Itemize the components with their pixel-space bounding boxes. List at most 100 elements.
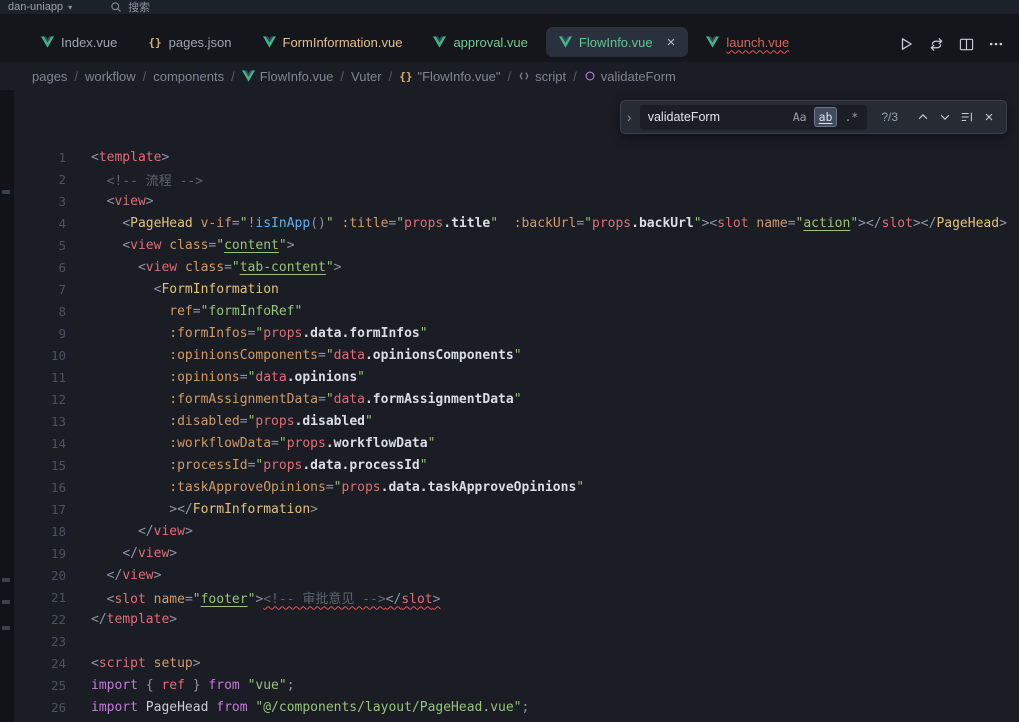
code-line: 26import PageHead from "@/components/lay… <box>14 696 1019 718</box>
breadcrumb-label: Vuter <box>351 69 382 84</box>
find-widget: › Aaab.* ?/3 × <box>620 100 1007 134</box>
line-number: 9 <box>14 326 66 341</box>
compare-changes-button[interactable] <box>923 31 949 57</box>
breadcrumb-item-vuter[interactable]: Vuter <box>351 69 382 84</box>
find-previous-button[interactable] <box>912 106 934 128</box>
chevron-right-icon: › <box>627 109 632 125</box>
compare-icon <box>929 37 944 52</box>
code-line-text: :workflowData="props.workflowData" <box>66 436 435 451</box>
code-line: 7 <FormInformation <box>14 278 1019 300</box>
chevron-down-icon: ▾ <box>68 3 72 12</box>
breadcrumb-item-components[interactable]: components <box>153 69 224 84</box>
code-line: 16 :taskApproveOpinions="props.data.task… <box>14 476 1019 498</box>
line-number: 19 <box>14 546 66 561</box>
tab-flowinfo-vue[interactable]: FlowInfo.vue × <box>546 27 688 57</box>
vue-icon <box>706 36 719 48</box>
breadcrumb-item-flowinfo-vue[interactable]: {}"FlowInfo.vue" <box>399 69 500 84</box>
line-number: 22 <box>14 612 66 627</box>
breadcrumb-item-workflow[interactable]: workflow <box>85 69 136 84</box>
split-icon <box>959 37 974 52</box>
code-line: 17 ></FormInformation> <box>14 498 1019 520</box>
code-line: 11 :opinions="data.opinions" <box>14 366 1019 388</box>
code-line-text: :formInfos="props.data.formInfos" <box>66 326 428 341</box>
title-bar: dan-uniapp ▾ 搜索 <box>0 0 1019 14</box>
tab-approval-vue[interactable]: approval.vue <box>420 27 540 57</box>
tab-label: FormInformation.vue <box>283 35 403 50</box>
chevron-up-icon <box>916 110 930 124</box>
strip-mark <box>2 600 10 604</box>
code-line: 15 :processId="props.data.processId" <box>14 454 1019 476</box>
line-number: 18 <box>14 524 66 539</box>
line-number: 3 <box>14 194 66 209</box>
find-expand-toggle[interactable]: › <box>621 101 638 133</box>
vue-icon <box>242 70 255 82</box>
code-line-text: </template> <box>66 612 177 627</box>
find-input[interactable] <box>648 110 788 124</box>
split-editor-button[interactable] <box>953 31 979 57</box>
close-icon: × <box>985 110 994 125</box>
line-number: 10 <box>14 348 66 363</box>
line-number: 15 <box>14 458 66 473</box>
code-line: 10 :opinionsComponents="data.opinionsCom… <box>14 344 1019 366</box>
code-area: 1<template>2 <!-- 流程 --> 3 <view> 4 <PageH… <box>14 90 1019 722</box>
breadcrumb-label: validateForm <box>601 69 676 84</box>
code-line: 22</template> <box>14 608 1019 630</box>
close-tab-icon[interactable]: × <box>667 35 676 50</box>
titlebar-search[interactable]: 搜索 <box>110 0 150 14</box>
code-line: 24<script setup> <box>14 652 1019 674</box>
code-line-text: <PageHead v-if="!isInApp()" :title="prop… <box>66 216 1007 231</box>
line-number: 2 <box>14 172 66 187</box>
tabs-container: Index.vue {}pages.json FormInformation.vue… <box>28 27 802 57</box>
find-toggle-match-case[interactable]: Aa <box>788 107 812 127</box>
find-toggle-whole-word[interactable]: ab <box>814 107 838 127</box>
code-line: 6 <view class="tab-content"> <box>14 256 1019 278</box>
more-actions-button[interactable] <box>983 31 1009 57</box>
braces-icon: {} <box>399 71 412 82</box>
code-line-text: <view class="content"> <box>66 238 295 253</box>
more-icon <box>988 36 1004 52</box>
tab-index-vue[interactable]: Index.vue <box>28 27 130 57</box>
project-menu[interactable]: dan-uniapp ▾ <box>8 1 72 13</box>
code-line: 9 :formInfos="props.data.formInfos" <box>14 322 1019 344</box>
code-line: 25import { ref } from "vue"; <box>14 674 1019 696</box>
breadcrumb-item-validateform[interactable]: validateForm <box>584 69 676 84</box>
code-line: 14 :workflowData="props.workflowData" <box>14 432 1019 454</box>
line-number: 8 <box>14 304 66 319</box>
breadcrumb-separator: / <box>74 69 78 84</box>
code-line-text: :formAssignmentData="data.formAssignment… <box>66 392 522 407</box>
code-line: 23 <box>14 630 1019 652</box>
editor: › Aaab.* ?/3 × 1<template>2 <!-- 流程 --> 3… <box>0 90 1019 722</box>
find-toggle-regex[interactable]: .* <box>839 107 863 127</box>
find-in-selection-button[interactable] <box>956 106 978 128</box>
code-line-text: ></FormInformation> <box>66 502 318 517</box>
editor-actions <box>893 20 1009 68</box>
breadcrumb-item-script[interactable]: script <box>518 69 566 84</box>
find-next-button[interactable] <box>934 106 956 128</box>
breadcrumb-label: components <box>153 69 224 84</box>
line-number: 24 <box>14 656 66 671</box>
tab-label: Index.vue <box>61 35 117 50</box>
line-number: 21 <box>14 590 66 605</box>
tab-launch-vue[interactable]: launch.vue <box>693 27 802 57</box>
run-button[interactable] <box>893 31 919 57</box>
tab-pages-json[interactable]: {}pages.json <box>135 27 244 57</box>
breadcrumb-item-flowinfo-vue[interactable]: FlowInfo.vue <box>242 69 334 84</box>
line-number: 20 <box>14 568 66 583</box>
breadcrumb-item-pages[interactable]: pages <box>32 69 67 84</box>
chevron-down-icon <box>938 110 952 124</box>
braces-icon: {} <box>148 37 161 48</box>
code-line: 1<template> <box>14 146 1019 168</box>
code-line-text: <view> <box>66 194 154 209</box>
code-line: 20 </view> <box>14 564 1019 586</box>
tab-label: FlowInfo.vue <box>579 35 653 50</box>
code-line: 13 :disabled="props.disabled" <box>14 410 1019 432</box>
code-line: 2 <!-- 流程 --> <box>14 168 1019 190</box>
find-close-button[interactable]: × <box>978 106 1000 128</box>
line-number: 6 <box>14 260 66 275</box>
code-line: 21 <slot name="footer"><!-- 审批意见 --></sl… <box>14 586 1019 608</box>
code-line: 4 <PageHead v-if="!isInApp()" :title="pr… <box>14 212 1019 234</box>
titlebar-search-label: 搜索 <box>128 0 150 14</box>
tab-forminformation-vue[interactable]: FormInformation.vue <box>250 27 416 57</box>
breadcrumb-label: pages <box>32 69 67 84</box>
code-line: 8 ref="formInfoRef" <box>14 300 1019 322</box>
